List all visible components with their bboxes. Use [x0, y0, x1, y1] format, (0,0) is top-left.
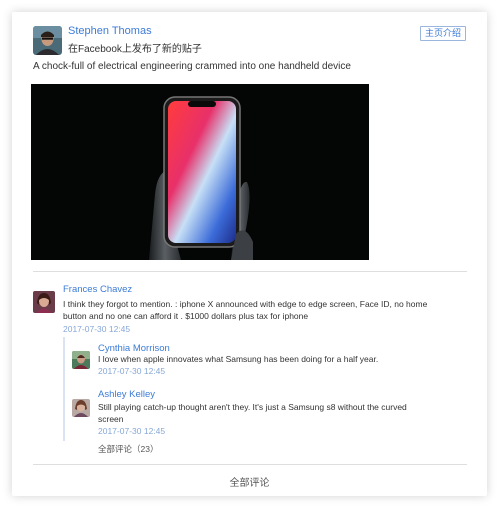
replier-avatar[interactable]	[72, 399, 90, 417]
reply-text-line: Still playing catch-up thought aren't th…	[98, 402, 407, 412]
post-text: A chock-full of electrical engineering c…	[33, 61, 351, 72]
replier-name[interactable]: Ashley Kelley	[98, 389, 155, 400]
reply-thread-line	[63, 337, 65, 441]
all-comments-button[interactable]: 全部评论	[12, 474, 487, 489]
comment-text-line: button and no one can afford it . $1000 …	[63, 311, 309, 321]
reply-timestamp: 2017-07-30 12:45	[98, 426, 166, 436]
commenter-name[interactable]: Frances Chavez	[63, 284, 132, 295]
post-action-text: 在Facebook上发布了新的贴子	[68, 44, 202, 55]
reply-text-line: I love when apple innovates what Samsung…	[98, 354, 379, 364]
comment-text-line: I think they forgot to mention. : iphone…	[63, 299, 428, 309]
divider	[33, 464, 467, 465]
divider	[33, 271, 467, 272]
homepage-intro-button[interactable]: 主页介绍	[419, 26, 466, 41]
post-image[interactable]	[31, 84, 369, 260]
author-avatar[interactable]	[33, 26, 62, 55]
view-all-replies-link[interactable]: 全部评论（23）	[98, 443, 158, 455]
reply-timestamp: 2017-07-30 12:45	[98, 366, 166, 376]
commenter-avatar[interactable]	[33, 291, 55, 313]
replier-avatar[interactable]	[72, 351, 90, 369]
author-name[interactable]: Stephen Thomas	[68, 25, 152, 37]
reply-text-line: screen	[98, 414, 124, 424]
comment-timestamp: 2017-07-30 12:45	[63, 324, 131, 334]
post-card: Stephen Thomas 在Facebook上发布了新的贴子 主页介绍 A …	[12, 12, 487, 496]
